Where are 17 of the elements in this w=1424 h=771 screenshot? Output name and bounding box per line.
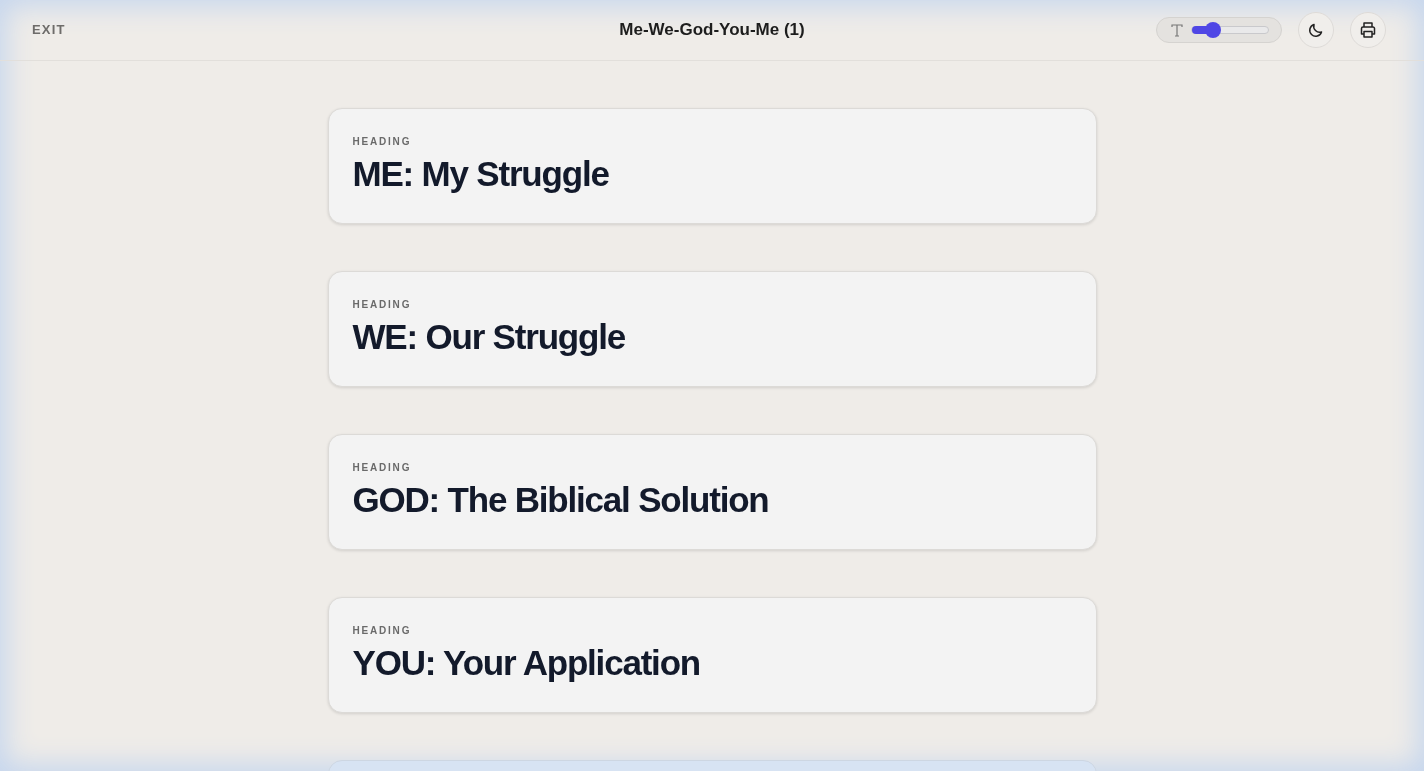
heading-text: WE: Our Struggle	[352, 318, 626, 357]
block-type-label: HEADING	[352, 624, 413, 638]
block-type-label: HEADING	[352, 461, 413, 475]
heading-text: YOU: Your Application	[352, 644, 701, 683]
slider-thumb[interactable]	[1205, 22, 1222, 38]
moon-icon	[1308, 22, 1324, 38]
exit-button[interactable]: EXIT	[32, 20, 66, 40]
print-icon	[1359, 21, 1377, 39]
block-type-label: HEADING	[352, 298, 413, 312]
heading-text: GOD: The Biblical Solution	[352, 481, 770, 520]
text-size-control[interactable]	[1156, 17, 1282, 43]
block-type-label: HEADING	[352, 135, 413, 149]
dark-mode-button[interactable]	[1298, 12, 1334, 48]
document-title: Me-We-God-You-Me (1)	[619, 19, 805, 42]
heading-text: ME: My Struggle	[352, 155, 610, 194]
text-size-icon	[1171, 23, 1183, 37]
print-button[interactable]	[1350, 12, 1386, 48]
